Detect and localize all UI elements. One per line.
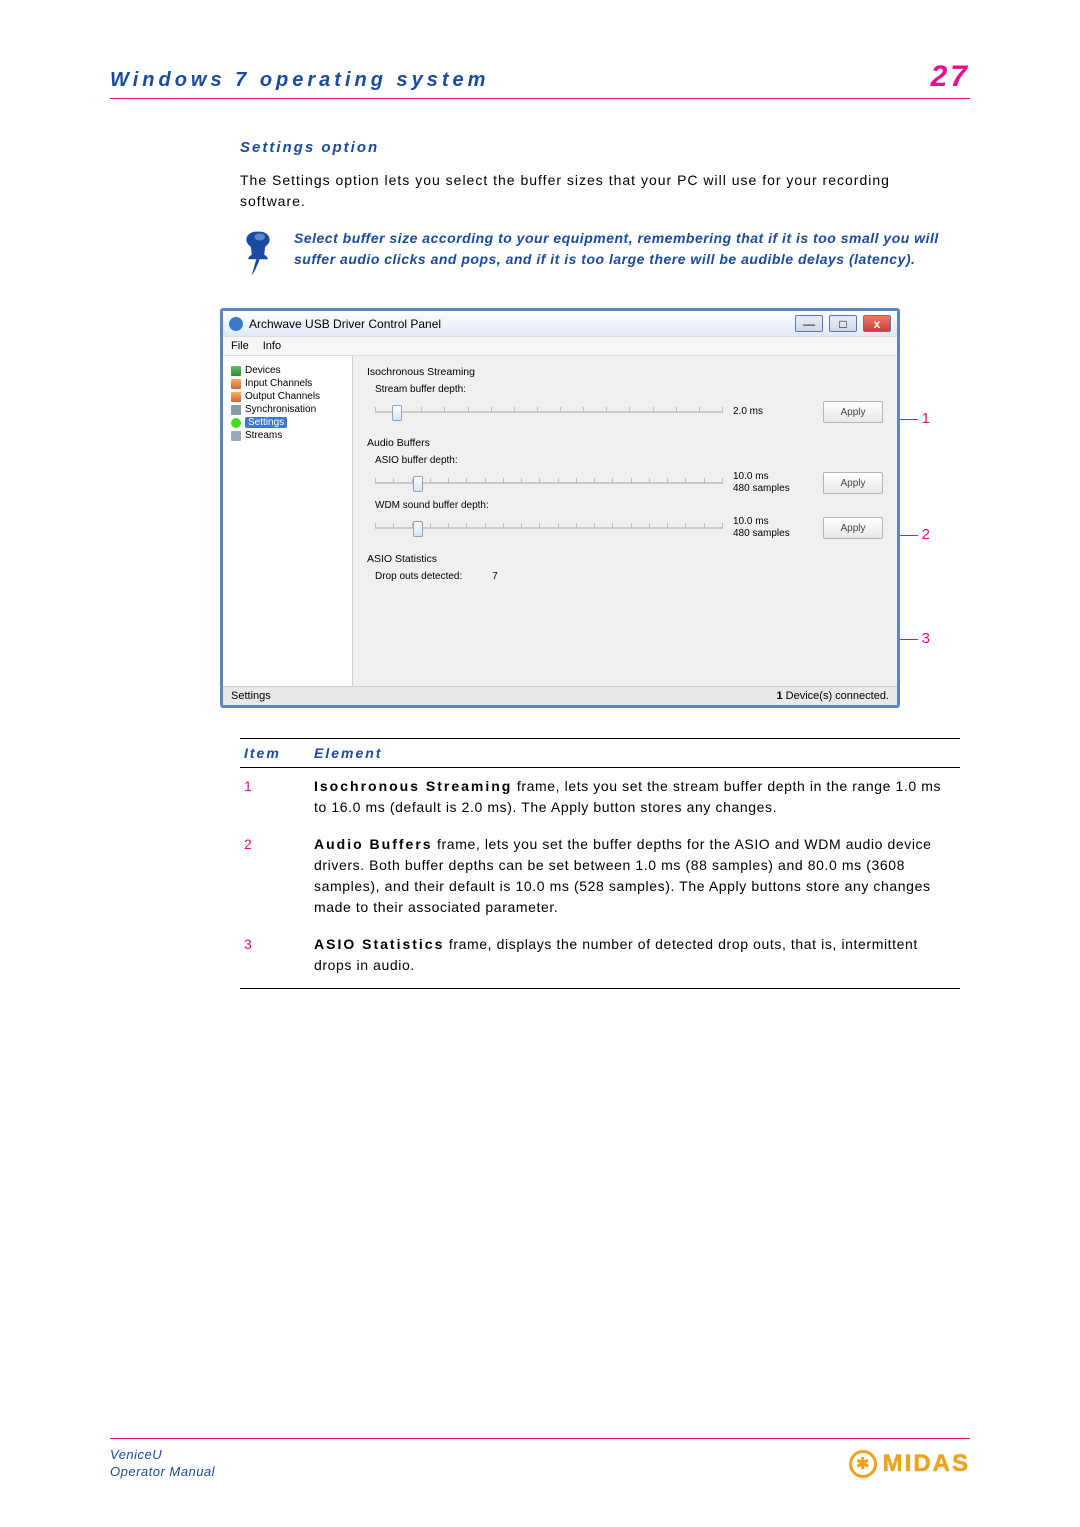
table-row: 1 Isochronous Streaming frame, lets you … [240, 768, 960, 827]
callout-3: 3 [900, 630, 930, 647]
pushpin-icon [240, 228, 276, 278]
window-title: Archwave USB Driver Control Panel [249, 317, 789, 331]
table-row: 2 Audio Buffers frame, lets you set the … [240, 826, 960, 926]
note-text: Select buffer size according to your equ… [294, 228, 960, 270]
page-number: 27 [931, 60, 970, 94]
tree-item-input-channels[interactable]: Input Channels [229, 377, 346, 390]
stream-buffer-label: Stream buffer depth: [375, 384, 883, 395]
menu-bar: File Info [223, 336, 897, 356]
logo-text: MIDAS [883, 1450, 970, 1478]
iso-title: Isochronous Streaming [367, 366, 883, 378]
app-icon [229, 317, 243, 331]
maximize-button[interactable]: □ [829, 315, 857, 332]
status-bar: Settings 1 Device(s) connected. [223, 686, 897, 705]
menu-info[interactable]: Info [263, 340, 281, 352]
stream-buffer-value: 2.0 ms [733, 406, 813, 419]
status-right: 1 Device(s) connected. [776, 690, 889, 702]
stats-title: ASIO Statistics [367, 553, 883, 565]
asio-statistics-group: ASIO Statistics Drop outs detected: 7 [367, 553, 883, 582]
callout-layer: 1 2 3 [880, 308, 930, 708]
intro-paragraph: The Settings option lets you select the … [240, 170, 960, 212]
stream-buffer-slider[interactable] [375, 399, 723, 425]
apply-button-iso[interactable]: Apply [823, 401, 883, 423]
dropouts-value: 7 [492, 571, 498, 582]
header-title: Windows 7 operating system [110, 69, 489, 92]
brand-logo: ✱ MIDAS [849, 1450, 970, 1478]
audio-title: Audio Buffers [367, 437, 883, 449]
wdm-buffer-value: 10.0 ms480 samples [733, 516, 813, 541]
page-footer: VeniceUOperator Manual ✱ MIDAS [110, 1438, 970, 1481]
tree-item-devices[interactable]: Devices [229, 364, 346, 377]
menu-file[interactable]: File [231, 340, 249, 352]
status-left: Settings [231, 690, 271, 702]
tree-item-streams[interactable]: Streams [229, 429, 346, 442]
screenshot: Archwave USB Driver Control Panel — □ x … [220, 308, 900, 708]
minimize-button[interactable]: — [795, 315, 823, 332]
callout-1: 1 [900, 410, 930, 427]
note-block: Select buffer size according to your equ… [240, 228, 960, 278]
table-row: 3 ASIO Statistics frame, displays the nu… [240, 926, 960, 989]
app-window: Archwave USB Driver Control Panel — □ x … [220, 308, 900, 708]
col-element: Element [310, 739, 960, 768]
callout-2: 2 [900, 526, 930, 543]
elements-table: Item Element 1 Isochronous Streaming fra… [240, 738, 960, 989]
nav-tree: Devices Input Channels Output Channels S… [223, 356, 353, 686]
isochronous-group: Isochronous Streaming Stream buffer dept… [367, 366, 883, 425]
apply-button-asio[interactable]: Apply [823, 472, 883, 494]
wdm-buffer-label: WDM sound buffer depth: [375, 500, 883, 511]
audio-buffers-group: Audio Buffers ASIO buffer depth: 10.0 ms… [367, 437, 883, 541]
dropouts-label: Drop outs detected: [375, 571, 462, 582]
settings-icon [231, 418, 241, 428]
apply-button-wdm[interactable]: Apply [823, 517, 883, 539]
output-icon [231, 392, 241, 402]
tree-item-settings[interactable]: Settings [229, 416, 346, 429]
col-item: Item [240, 739, 310, 768]
footer-text: VeniceUOperator Manual [110, 1447, 215, 1481]
section-heading: Settings option [240, 139, 960, 156]
window-titlebar[interactable]: Archwave USB Driver Control Panel — □ x [223, 311, 897, 336]
logo-icon: ✱ [849, 1450, 877, 1478]
devices-icon [231, 366, 241, 376]
asio-buffer-value: 10.0 ms480 samples [733, 471, 813, 496]
tree-item-output-channels[interactable]: Output Channels [229, 390, 346, 403]
streams-icon [231, 431, 241, 441]
input-icon [231, 379, 241, 389]
page-header: Windows 7 operating system 27 [110, 60, 970, 99]
asio-buffer-slider[interactable] [375, 470, 723, 496]
tree-item-synchronisation[interactable]: Synchronisation [229, 403, 346, 416]
wdm-buffer-slider[interactable] [375, 515, 723, 541]
sync-icon [231, 405, 241, 415]
asio-buffer-label: ASIO buffer depth: [375, 455, 883, 466]
